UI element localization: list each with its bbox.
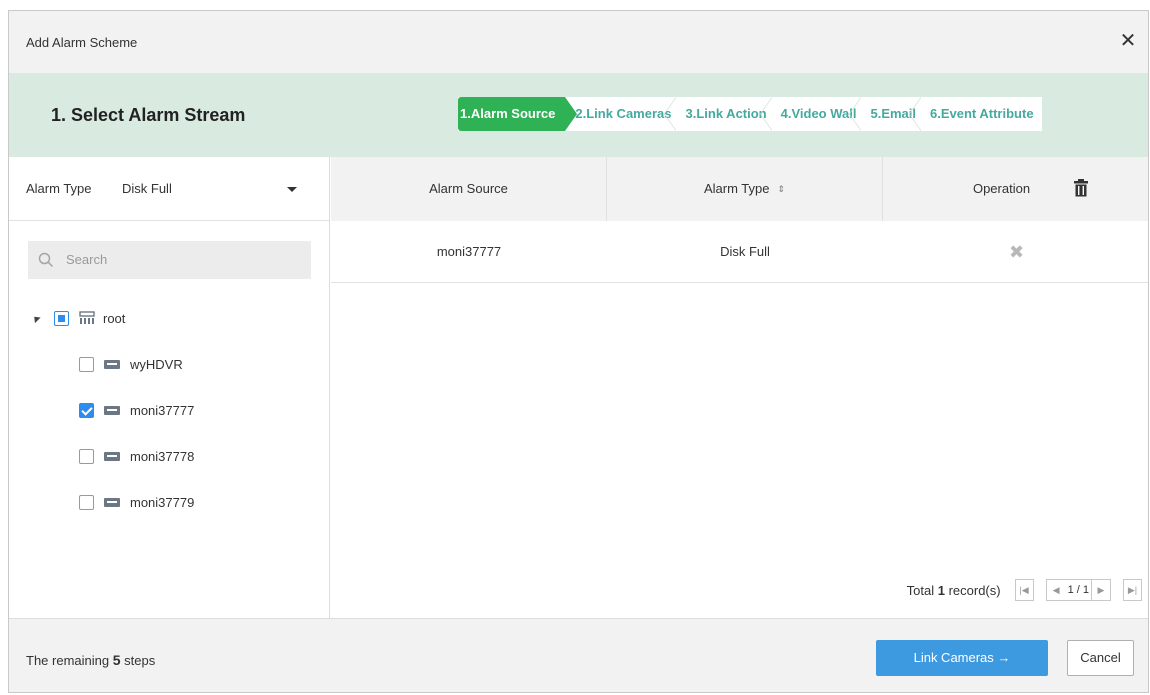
column-header-operation: Operation xyxy=(883,157,1148,221)
table-header: Alarm Source Alarm Type ⇕ Operation xyxy=(331,157,1148,221)
cell-operation: ✖ xyxy=(883,221,1148,283)
device-checkbox[interactable] xyxy=(79,494,94,510)
dvr-device-icon xyxy=(104,359,120,369)
step-bar: 1. Select Alarm Stream 1.Alarm Source 2.… xyxy=(9,73,1148,157)
first-page-icon[interactable]: |◀ xyxy=(1014,579,1034,601)
device-checkbox[interactable] xyxy=(79,356,94,372)
step-link-cameras[interactable]: 2.Link Cameras xyxy=(565,97,677,131)
cancel-button[interactable]: Cancel xyxy=(1067,640,1134,676)
step-video-wall[interactable]: 4.Video Wall xyxy=(771,97,862,131)
search-input[interactable]: Search xyxy=(28,241,311,279)
tree-node-label: wyHDVR xyxy=(130,356,183,372)
column-header-alarm-source: Alarm Source xyxy=(331,157,607,221)
page-nav: ◀ 1 / 1 ▶ xyxy=(1045,579,1111,601)
step-event-attribute[interactable]: 6.Event Attribute xyxy=(920,97,1042,131)
tree-node-device[interactable]: moni37777 xyxy=(79,399,194,421)
collapse-triangle-icon[interactable] xyxy=(31,313,41,323)
pagination: Total 1 record(s) |◀ ◀ 1 / 1 ▶ ▶| xyxy=(907,577,1142,603)
page-indicator: 1 / 1 xyxy=(1067,584,1089,596)
tree-node-root[interactable]: root xyxy=(31,307,126,329)
search-placeholder: Search xyxy=(66,252,108,267)
tree-node-label: moni37778 xyxy=(130,448,195,464)
column-header-label: Operation xyxy=(972,181,1031,196)
alarm-type-select[interactable]: Alarm Type Disk Full xyxy=(9,157,329,221)
dvr-device-icon xyxy=(104,451,120,461)
add-alarm-scheme-dialog: Add Alarm Scheme ✕ 1. Select Alarm Strea… xyxy=(8,10,1149,693)
dialog-titlebar: Add Alarm Scheme ✕ xyxy=(9,11,1148,73)
tree-node-device[interactable]: moni37778 xyxy=(79,445,194,467)
column-header-label: Alarm Type xyxy=(703,181,770,196)
dvr-device-icon xyxy=(104,497,120,507)
remaining-steps: The remaining 5 steps xyxy=(26,652,156,668)
tree-node-label: moni37779 xyxy=(130,494,195,510)
root-checkbox[interactable] xyxy=(54,310,69,326)
trash-icon[interactable] xyxy=(1074,179,1088,197)
cell-alarm-type: Disk Full xyxy=(720,244,770,259)
step-link-action[interactable]: 3.Link Action xyxy=(675,97,772,131)
total-records: Total 1 record(s) xyxy=(906,582,1001,598)
device-checkbox[interactable] xyxy=(79,402,94,418)
dialog-title: Add Alarm Scheme xyxy=(26,35,138,50)
device-tree-panel: Alarm Type Disk Full Search root wyHDVR … xyxy=(9,157,330,618)
column-header-alarm-type[interactable]: Alarm Type ⇕ xyxy=(607,157,883,221)
step-alarm-source[interactable]: 1.Alarm Source xyxy=(458,97,578,131)
delete-icon[interactable]: ✖ xyxy=(1009,242,1024,262)
sort-icon[interactable]: ⇕ xyxy=(777,157,785,221)
step-email[interactable]: 5.Email xyxy=(860,97,921,131)
tree-node-device[interactable]: moni37779 xyxy=(79,491,194,513)
alarm-type-value[interactable]: Disk Full xyxy=(122,181,172,196)
dvr-device-icon xyxy=(104,405,120,415)
step-heading: 1. Select Alarm Stream xyxy=(51,105,246,125)
organization-icon xyxy=(79,311,95,324)
table-row: moni37777 Disk Full ✖ xyxy=(331,221,1148,283)
tree-node-label: moni37777 xyxy=(130,402,195,418)
search-icon xyxy=(38,252,54,268)
prev-page-icon[interactable]: ◀ xyxy=(1046,580,1066,600)
alarm-type-label: Alarm Type xyxy=(26,181,92,196)
dialog-footer: The remaining 5 steps Link Cameras → Can… xyxy=(9,618,1148,692)
cell-alarm-source: moni37777 xyxy=(436,244,502,259)
last-page-icon[interactable]: ▶| xyxy=(1123,579,1142,601)
wizard-steps: 1.Alarm Source 2.Link Cameras 3.Link Act… xyxy=(458,97,1042,131)
chevron-down-icon[interactable] xyxy=(287,187,297,192)
next-page-icon[interactable]: ▶ xyxy=(1091,580,1110,600)
alarm-source-table: Alarm Source Alarm Type ⇕ Operation moni3… xyxy=(331,157,1148,618)
device-checkbox[interactable] xyxy=(79,448,94,464)
tree-node-device[interactable]: wyHDVR xyxy=(79,353,183,375)
tree-node-label: root xyxy=(103,310,126,326)
link-cameras-button[interactable]: Link Cameras → xyxy=(876,640,1048,676)
close-icon[interactable]: ✕ xyxy=(1116,29,1140,53)
